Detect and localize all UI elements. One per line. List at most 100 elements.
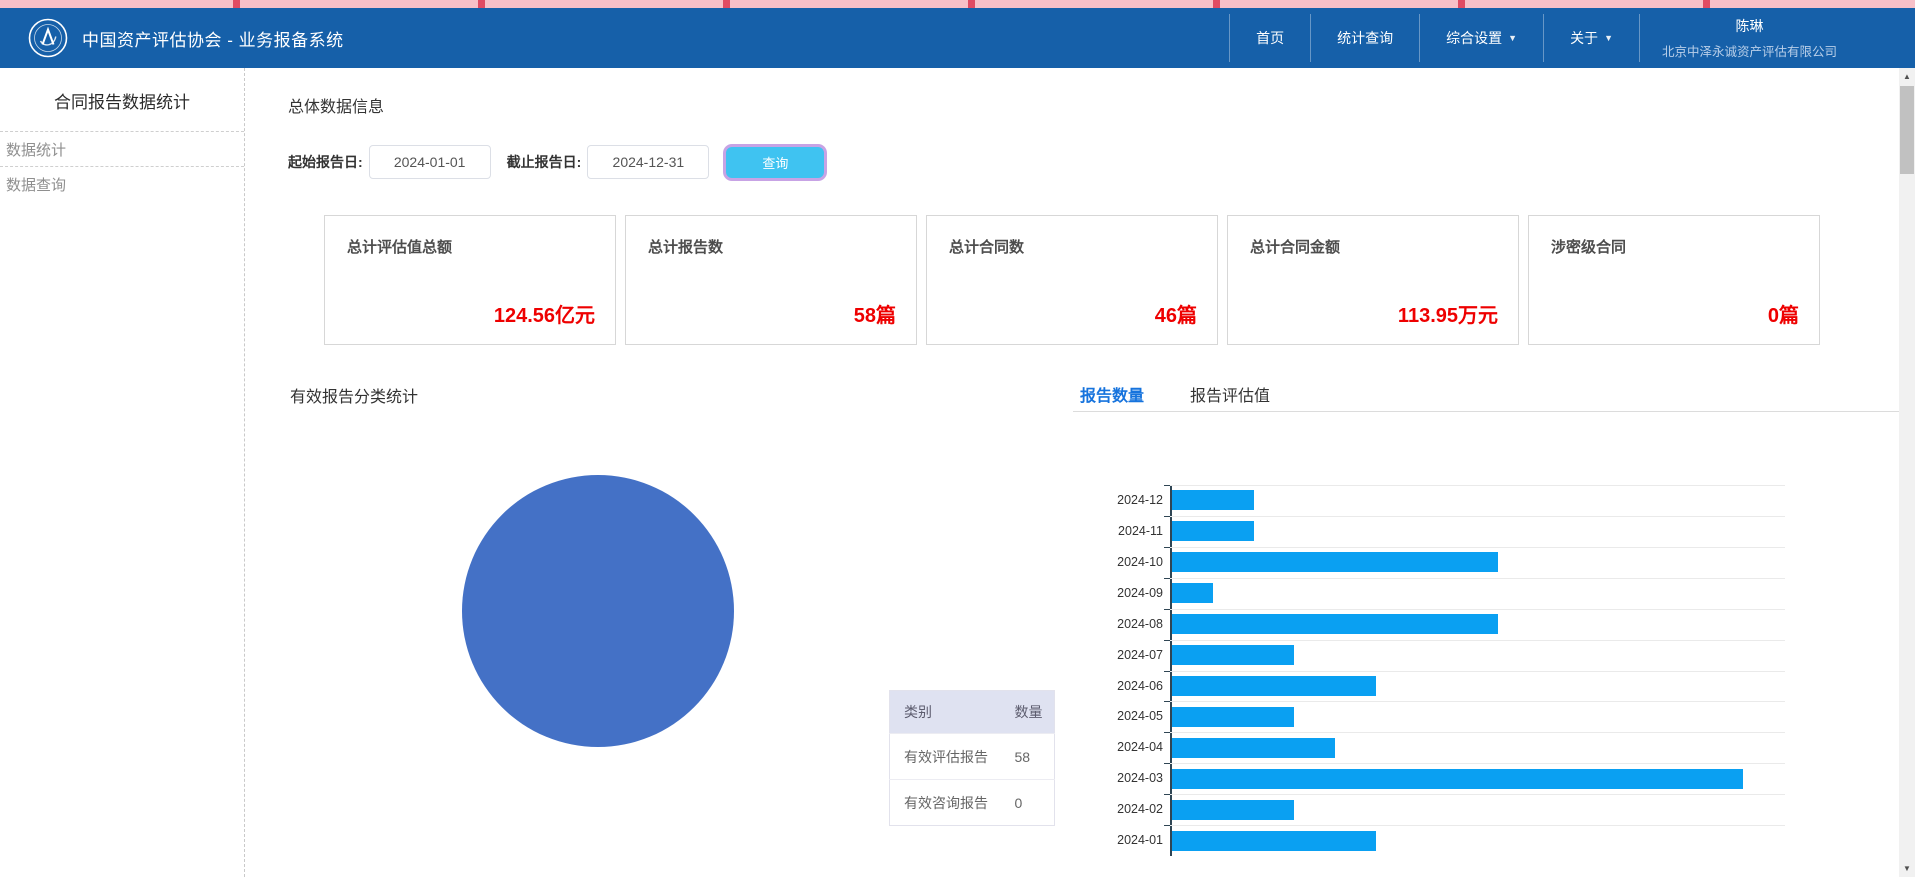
query-button[interactable]: 查询 — [723, 144, 827, 181]
gridline — [1170, 516, 1785, 517]
sidebar-item-数据统计[interactable]: 数据统计 — [0, 132, 244, 167]
table-header-row: 类别 数量 — [890, 691, 1055, 734]
stat-card-总计合同数: 总计合同数46篇 — [926, 215, 1218, 345]
bar-2024-08 — [1172, 614, 1498, 634]
bar-row-2024-01: 2024-01 — [1075, 825, 1899, 856]
bar-row-2024-03: 2024-03 — [1075, 763, 1899, 794]
bar-2024-05 — [1172, 707, 1294, 727]
end-date-input[interactable] — [587, 145, 709, 179]
user-name: 陈琳 — [1735, 16, 1763, 36]
gridline — [1170, 794, 1785, 795]
scroll-down-arrow[interactable]: ▼ — [1899, 860, 1915, 877]
stat-card-title: 总计合同金额 — [1250, 236, 1340, 257]
filter-row: 起始报告日: 截止报告日: 查询 — [288, 143, 827, 181]
axis-tick — [1164, 516, 1170, 517]
gridline — [1170, 825, 1785, 826]
bar-row-2024-02: 2024-02 — [1075, 794, 1899, 825]
sidebar-item-数据查询[interactable]: 数据查询 — [0, 167, 244, 201]
axis-tick — [1164, 578, 1170, 579]
axis-tick — [1164, 671, 1170, 672]
nav-item-关于[interactable]: 关于▼ — [1544, 8, 1639, 68]
start-date-label: 起始报告日: — [288, 152, 363, 172]
chevron-down-icon: ▼ — [1508, 33, 1517, 43]
nav-item-综合设置[interactable]: 综合设置▼ — [1420, 8, 1543, 68]
bar-category-label: 2024-07 — [1075, 640, 1163, 671]
stat-card-value: 113.95万元 — [1398, 299, 1498, 328]
table-cell-count: 58 — [1009, 734, 1055, 780]
stat-card-涉密级合同: 涉密级合同 0篇 — [1528, 215, 1820, 345]
bar-row-2024-06: 2024-06 — [1075, 671, 1899, 702]
bar-2024-01 — [1172, 831, 1376, 851]
axis-tick — [1164, 732, 1170, 733]
scrollbar[interactable]: ▲ ▼ — [1899, 68, 1915, 877]
axis-tick — [1164, 640, 1170, 641]
bar-chart: 2024-122024-112024-102024-092024-082024-… — [1075, 485, 1899, 857]
top-nav: 首页统计查询综合设置▼关于▼陈琳北京中泽永诚资产评估有限公司 — [1229, 8, 1845, 68]
axis-tick — [1164, 701, 1170, 702]
bar-2024-10 — [1172, 552, 1498, 572]
nav-item-统计查询[interactable]: 统计查询 — [1311, 8, 1419, 68]
bar-2024-09 — [1172, 583, 1213, 603]
bar-row-2024-10: 2024-10 — [1075, 547, 1899, 578]
table-cell-count: 0 — [1009, 780, 1055, 826]
gridline — [1170, 763, 1785, 764]
tab-报告数量[interactable]: 报告数量 — [1080, 382, 1144, 406]
start-date-input[interactable] — [369, 145, 491, 179]
table-cell-category: 有效咨询报告 — [890, 780, 1009, 826]
axis-tick — [1164, 763, 1170, 764]
nav-item-首页[interactable]: 首页 — [1230, 8, 1310, 68]
page-title: 总体数据信息 — [288, 93, 384, 117]
axis-tick — [1164, 794, 1170, 795]
bar-category-label: 2024-02 — [1075, 794, 1163, 825]
bar-row-2024-09: 2024-09 — [1075, 578, 1899, 609]
pie-legend-table: 类别 数量 有效评估报告58有效咨询报告0 — [889, 690, 1055, 826]
gridline — [1170, 732, 1785, 733]
scroll-thumb[interactable] — [1900, 86, 1914, 174]
bar-row-2024-04: 2024-04 — [1075, 732, 1899, 763]
gridline — [1170, 547, 1785, 548]
association-emblem-icon — [28, 18, 68, 58]
bar-category-label: 2024-12 — [1075, 485, 1163, 516]
stat-card-value: 58篇 — [854, 299, 896, 328]
table-row: 有效评估报告58 — [890, 734, 1055, 780]
bar-category-label: 2024-03 — [1075, 763, 1163, 794]
user-company: 北京中泽永诚资产评估有限公司 — [1662, 41, 1837, 60]
gridline — [1170, 609, 1785, 610]
stat-card-title: 总计评估值总额 — [347, 236, 452, 257]
gridline — [1170, 640, 1785, 641]
table-cell-category: 有效评估报告 — [890, 734, 1009, 780]
chart-tabs: 报告数量 报告评估值 — [1080, 382, 1270, 406]
page: 中国资产评估协会 - 业务报备系统 首页统计查询综合设置▼关于▼陈琳北京中泽永诚… — [0, 0, 1915, 877]
col-header-category: 类别 — [890, 691, 1009, 734]
stat-cards-row: 总计评估值总额124.56亿元总计报告数58篇总计合同数46篇总计合同金额113… — [324, 215, 1820, 345]
chevron-down-icon: ▼ — [1604, 33, 1613, 43]
bar-2024-06 — [1172, 676, 1376, 696]
scroll-up-arrow[interactable]: ▲ — [1899, 68, 1915, 85]
bar-2024-11 — [1172, 521, 1254, 541]
logo — [28, 18, 68, 58]
bar-category-label: 2024-01 — [1075, 825, 1163, 856]
tabs-underline — [1073, 411, 1899, 412]
axis-tick — [1164, 485, 1170, 486]
stat-card-title: 总计报告数 — [648, 236, 723, 257]
bar-row-2024-07: 2024-07 — [1075, 640, 1899, 671]
sidebar-title: 合同报告数据统计 — [0, 88, 244, 113]
user-block[interactable]: 陈琳北京中泽永诚资产评估有限公司 — [1640, 8, 1845, 68]
bar-2024-03 — [1172, 769, 1743, 789]
stat-card-总计报告数: 总计报告数 58篇 — [625, 215, 917, 345]
table-row: 有效咨询报告0 — [890, 780, 1055, 826]
bar-category-label: 2024-08 — [1075, 609, 1163, 640]
col-header-count: 数量 — [1009, 691, 1055, 734]
pie-chart — [462, 475, 734, 747]
bar-2024-02 — [1172, 800, 1294, 820]
bar-category-label: 2024-10 — [1075, 547, 1163, 578]
bar-2024-12 — [1172, 490, 1254, 510]
bar-category-label: 2024-09 — [1075, 578, 1163, 609]
bar-2024-07 — [1172, 645, 1294, 665]
gridline — [1170, 671, 1785, 672]
stat-card-value: 0篇 — [1768, 299, 1799, 328]
bar-category-label: 2024-04 — [1075, 732, 1163, 763]
tab-报告评估值[interactable]: 报告评估值 — [1190, 382, 1270, 406]
bar-category-label: 2024-06 — [1075, 671, 1163, 702]
stat-card-title: 涉密级合同 — [1551, 236, 1626, 257]
